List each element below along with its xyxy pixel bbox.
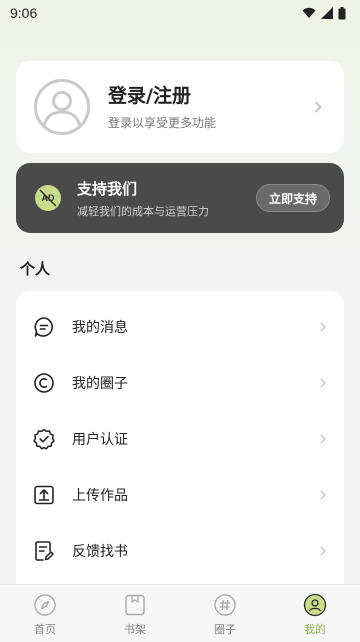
bottom-tab-bar: 首页 书架 圈子 我的 bbox=[0, 584, 360, 642]
circle-icon bbox=[34, 373, 54, 393]
status-time: 9:06 bbox=[10, 5, 38, 21]
chevron-right-icon bbox=[320, 322, 326, 332]
menu-label: 上传作品 bbox=[72, 488, 128, 504]
menu-item-circles[interactable]: 我的圈子 bbox=[16, 355, 344, 411]
upload-icon bbox=[34, 485, 54, 505]
compass-icon bbox=[34, 594, 56, 616]
tab-circles[interactable]: 圈子 bbox=[180, 585, 270, 642]
signal-icon bbox=[321, 7, 333, 19]
wifi-icon bbox=[302, 7, 316, 18]
chevron-right-icon bbox=[320, 378, 326, 388]
personal-menu: 我的消息 我的圈子 用户认证 上传作品 反馈找书 bbox=[16, 291, 344, 591]
menu-item-messages[interactable]: 我的消息 bbox=[16, 299, 344, 355]
tab-label: 首页 bbox=[34, 623, 56, 636]
chevron-right-icon bbox=[320, 490, 326, 500]
menu-label: 我的消息 bbox=[72, 320, 128, 336]
tab-label: 圈子 bbox=[214, 623, 236, 636]
ad-badge-icon: AD bbox=[35, 185, 61, 211]
feedback-icon bbox=[35, 541, 54, 561]
chevron-right-icon bbox=[320, 546, 326, 556]
tab-label: 我的 bbox=[304, 623, 326, 636]
profile-icon bbox=[303, 593, 327, 617]
login-subtitle: 登录以享受更多功能 bbox=[108, 115, 217, 130]
battery-icon bbox=[338, 6, 346, 19]
chevron-right-icon bbox=[310, 99, 326, 115]
section-title-personal: 个人 bbox=[20, 260, 51, 278]
bookshelf-icon bbox=[125, 594, 145, 616]
menu-item-verification[interactable]: 用户认证 bbox=[16, 411, 344, 467]
menu-label: 我的圈子 bbox=[72, 376, 128, 392]
ad-badge-text: AD bbox=[41, 193, 55, 203]
support-title: 支持我们 bbox=[77, 179, 138, 198]
login-card[interactable]: 登录/注册 登录以享受更多功能 bbox=[16, 61, 344, 153]
chevron-right-icon bbox=[320, 434, 326, 444]
tab-home[interactable]: 首页 bbox=[0, 585, 90, 642]
status-bar: 9:06 bbox=[0, 0, 360, 26]
menu-label: 用户认证 bbox=[72, 432, 128, 448]
menu-label: 反馈找书 bbox=[72, 544, 128, 560]
support-card[interactable]: AD 支持我们 减轻我们的成本与运营压力 立即支持 bbox=[16, 163, 344, 233]
hashtag-icon bbox=[214, 594, 236, 616]
tab-bookshelf[interactable]: 书架 bbox=[90, 585, 180, 642]
tab-profile[interactable]: 我的 bbox=[270, 585, 360, 642]
user-avatar-icon bbox=[34, 79, 90, 135]
support-subtitle: 减轻我们的成本与运营压力 bbox=[77, 204, 209, 218]
tab-label: 书架 bbox=[124, 623, 146, 636]
login-title: 登录/注册 bbox=[108, 84, 191, 107]
verified-icon bbox=[33, 428, 55, 450]
menu-item-feedback[interactable]: 反馈找书 bbox=[16, 523, 344, 579]
menu-item-upload[interactable]: 上传作品 bbox=[16, 467, 344, 523]
status-icons bbox=[302, 6, 346, 20]
message-icon bbox=[34, 317, 53, 337]
support-now-button[interactable]: 立即支持 bbox=[255, 184, 330, 212]
